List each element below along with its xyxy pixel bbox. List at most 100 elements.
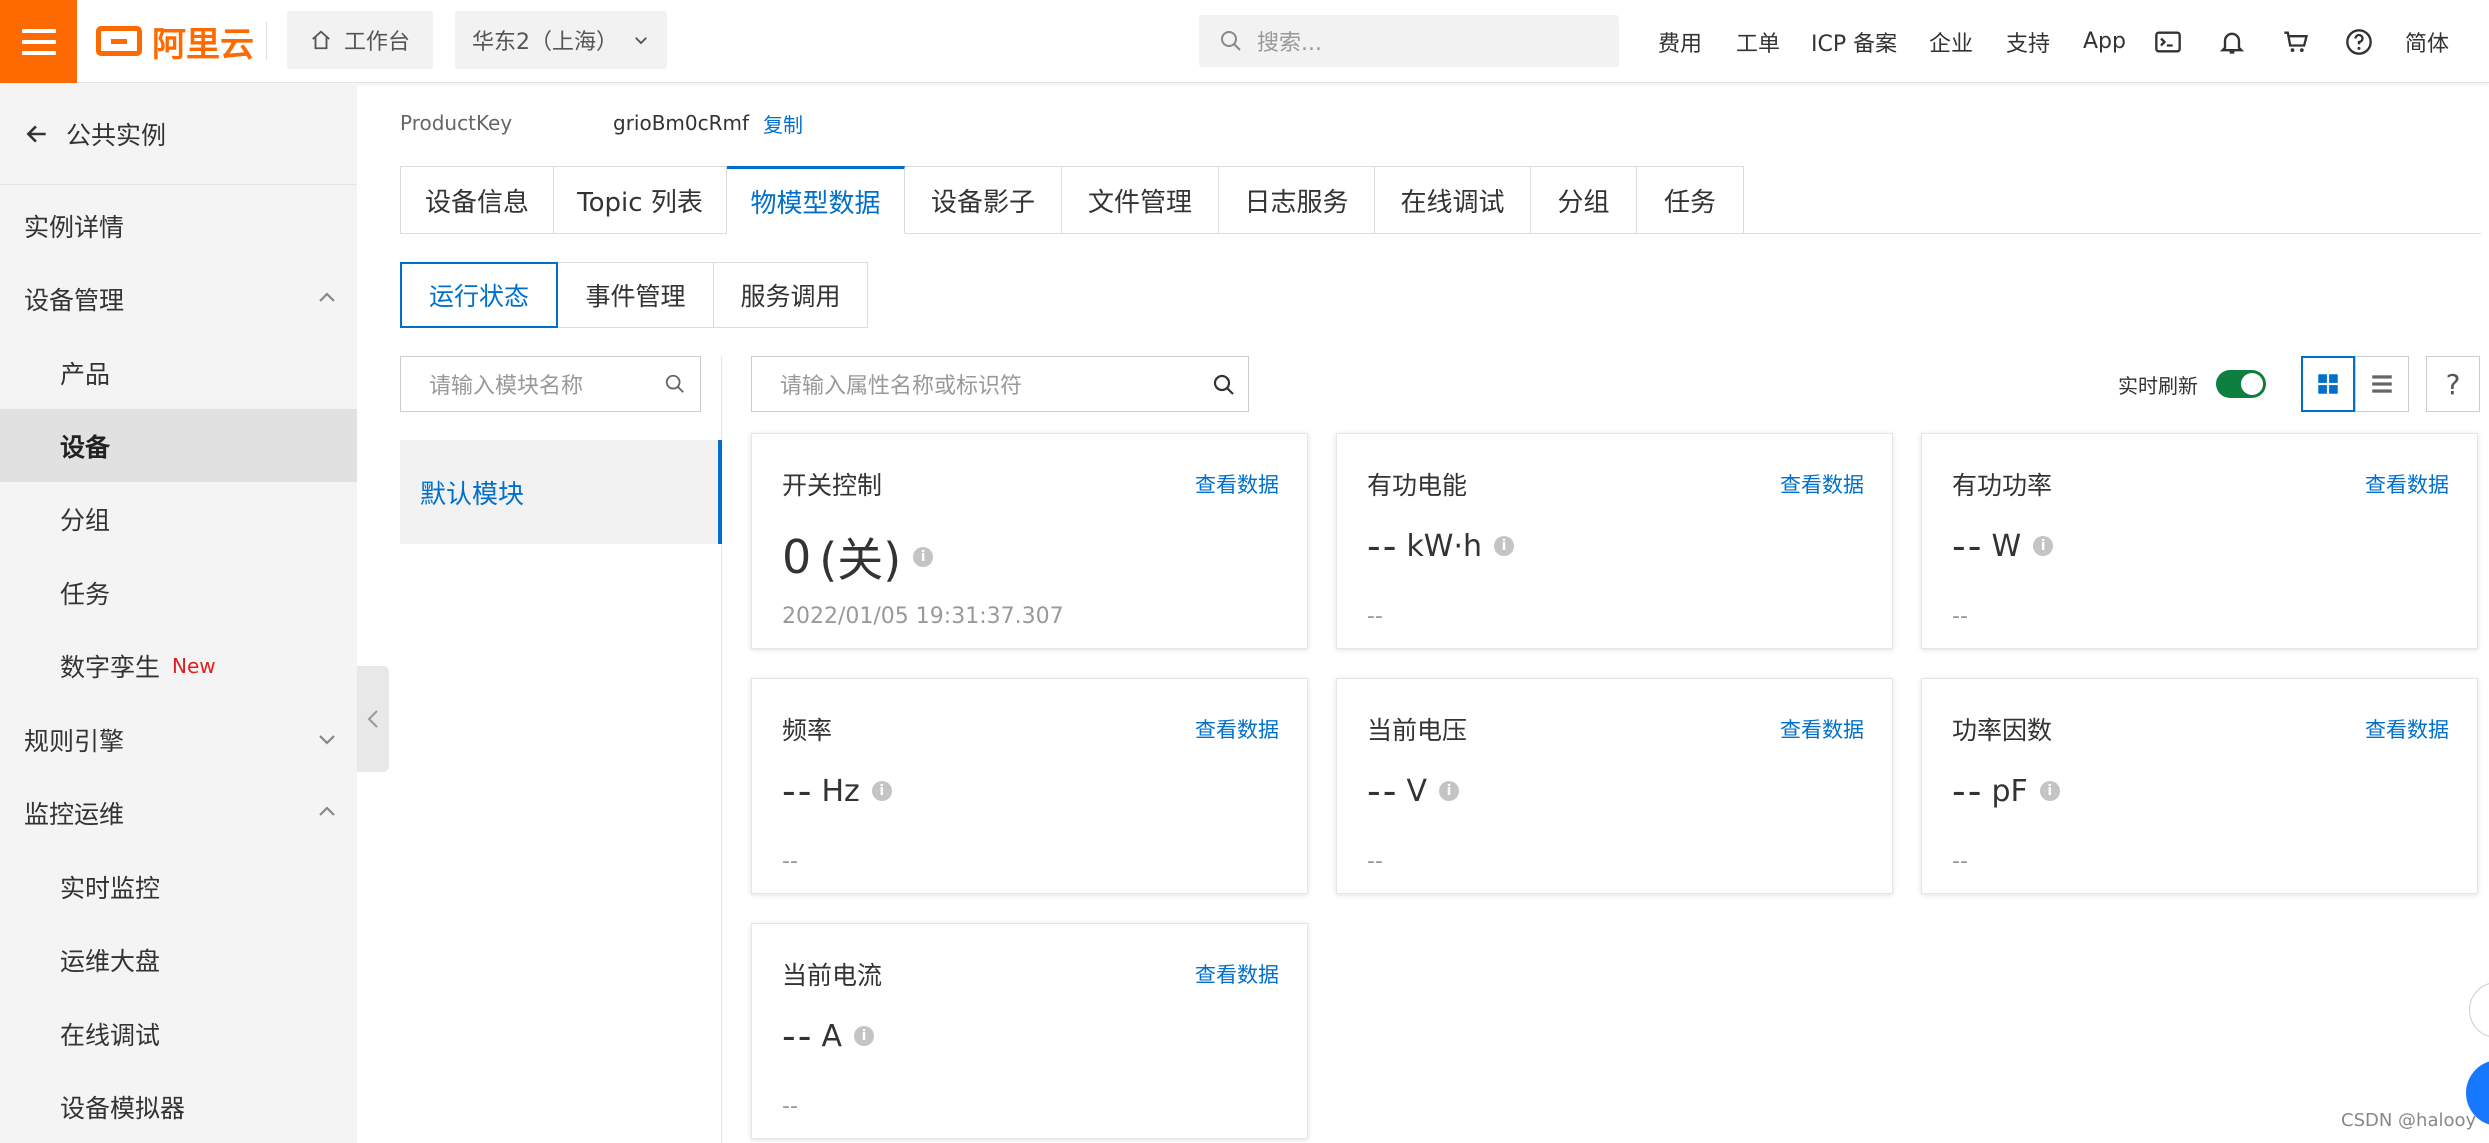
product-key-value: grioBm0cRmf xyxy=(613,111,750,135)
product-key-label: ProductKey xyxy=(400,111,513,135)
sidebar-item-device-simulator[interactable]: 设备模拟器 xyxy=(0,1070,357,1143)
nav-enterprise[interactable]: 企业 xyxy=(1929,0,1973,83)
sidebar-item-label: 数字孪生 xyxy=(60,652,161,682)
view-data-link[interactable]: 查看数据 xyxy=(1195,714,1279,744)
tab-service-invoke[interactable]: 服务调用 xyxy=(714,262,868,328)
tab-event-management[interactable]: 事件管理 xyxy=(558,262,714,328)
tab-topic-list[interactable]: Topic 列表 xyxy=(554,166,727,234)
sidebar-item-device[interactable]: 设备 xyxy=(0,409,357,482)
sidebar-collapse-button[interactable] xyxy=(357,666,389,772)
card-timestamp: -- xyxy=(1367,604,1383,629)
copy-link[interactable]: 复制 xyxy=(763,109,803,138)
sidebar-item-digital-twin[interactable]: 数字孪生 New xyxy=(0,629,357,702)
view-data-link[interactable]: 查看数据 xyxy=(2365,714,2449,744)
property-search-input[interactable]: 请输入属性名称或标识符 xyxy=(751,356,1249,412)
help-button[interactable]: ? xyxy=(2426,356,2480,412)
card-value: -- W i xyxy=(1952,524,2054,568)
nav-app[interactable]: App xyxy=(2083,0,2126,83)
grid-icon xyxy=(2318,374,2338,394)
tab-group[interactable]: 分组 xyxy=(1531,166,1637,234)
sidebar-item-label: 产品 xyxy=(60,359,111,389)
sidebar-item-monitoring[interactable]: 监控运维 xyxy=(0,776,357,849)
module-search-input[interactable]: 请输入模块名称 xyxy=(400,356,701,412)
search-icon xyxy=(1213,374,1234,395)
region-select[interactable]: 华东2（上海） xyxy=(455,11,667,69)
list-view-button[interactable] xyxy=(2355,356,2409,412)
card-timestamp: -- xyxy=(782,1094,798,1119)
info-icon[interactable]: i xyxy=(853,1026,874,1046)
view-data-link[interactable]: 查看数据 xyxy=(1195,959,1279,989)
sidebar-item-label: 规则引擎 xyxy=(24,726,125,756)
sidebar-item-device-management[interactable]: 设备管理 xyxy=(0,262,357,335)
sidebar-item-label: 任务 xyxy=(60,579,111,609)
back-to-instance[interactable]: 公共实例 xyxy=(0,84,357,185)
card-timestamp: -- xyxy=(1367,849,1383,874)
nav-icp[interactable]: ICP 备案 xyxy=(1811,0,1897,83)
nav-tickets[interactable]: 工单 xyxy=(1736,0,1780,83)
tab-device-info[interactable]: 设备信息 xyxy=(400,166,554,234)
chevron-up-icon xyxy=(319,292,335,302)
sidebar-item-label: 设备管理 xyxy=(24,285,125,315)
card-value: -- A i xyxy=(782,1014,874,1058)
property-card-active-energy: 有功电能 查看数据 -- kW·h i -- xyxy=(1336,433,1893,649)
terminal-icon[interactable] xyxy=(2150,24,2186,60)
help-circle-icon[interactable] xyxy=(2341,24,2377,60)
info-icon[interactable]: i xyxy=(913,547,934,567)
tab-thing-model-data[interactable]: 物模型数据 xyxy=(727,166,905,234)
realtime-refresh-toggle[interactable] xyxy=(2216,370,2266,398)
tab-device-shadow[interactable]: 设备影子 xyxy=(905,166,1062,234)
back-label: 公共实例 xyxy=(66,121,167,150)
value-unit: A xyxy=(821,1018,842,1054)
tab-log-service[interactable]: 日志服务 xyxy=(1219,166,1375,234)
sidebar-item-online-debug[interactable]: 在线调试 xyxy=(0,997,357,1070)
hamburger-menu-icon[interactable] xyxy=(0,0,77,83)
sidebar-item-realtime-monitor[interactable]: 实时监控 xyxy=(0,850,357,923)
chevron-left-icon xyxy=(367,710,378,728)
tab-task[interactable]: 任务 xyxy=(1637,166,1744,234)
chevron-down-icon xyxy=(319,735,335,745)
sidebar-item-group[interactable]: 分组 xyxy=(0,482,357,555)
sidebar-item-ops-dashboard[interactable]: 运维大盘 xyxy=(0,923,357,996)
module-item-default[interactable]: 默认模块 xyxy=(400,440,722,544)
cart-icon[interactable] xyxy=(2278,24,2314,60)
value-unit: W xyxy=(1991,528,2022,564)
card-timestamp: 2022/01/05 19:31:37.307 xyxy=(782,604,1064,629)
value-number: -- xyxy=(1367,769,1399,813)
tab-running-status[interactable]: 运行状态 xyxy=(400,262,558,328)
view-data-link[interactable]: 查看数据 xyxy=(1780,469,1864,499)
language-switch[interactable]: 简体 xyxy=(2405,0,2449,83)
tab-file-management[interactable]: 文件管理 xyxy=(1062,166,1219,234)
side-float-button[interactable] xyxy=(2469,982,2489,1038)
card-timestamp: -- xyxy=(1952,849,1968,874)
tab-online-debug[interactable]: 在线调试 xyxy=(1375,166,1531,234)
info-icon[interactable]: i xyxy=(871,781,892,801)
sidebar-item-product[interactable]: 产品 xyxy=(0,336,357,409)
view-data-link[interactable]: 查看数据 xyxy=(2365,469,2449,499)
sidebar-item-rule-engine[interactable]: 规则引擎 xyxy=(0,703,357,776)
info-icon[interactable]: i xyxy=(2033,536,2054,556)
card-value: -- Hz i xyxy=(782,769,892,813)
top-bar: 阿里云 工作台 华东2（上海） 搜索... 费用 工单 ICP 备案 企业 支持… xyxy=(0,0,2489,83)
view-data-link[interactable]: 查看数据 xyxy=(1195,469,1279,499)
card-timestamp: -- xyxy=(1952,604,1968,629)
bell-icon[interactable] xyxy=(2214,24,2250,60)
nav-support[interactable]: 支持 xyxy=(2006,0,2050,83)
property-card-frequency: 频率 查看数据 -- Hz i -- xyxy=(751,678,1308,894)
workbench-button[interactable]: 工作台 xyxy=(287,11,433,69)
logo-text: 阿里云 xyxy=(152,24,254,65)
sidebar-item-label: 实例详情 xyxy=(24,212,125,242)
info-icon[interactable]: i xyxy=(1494,536,1515,556)
grid-view-button[interactable] xyxy=(2301,356,2355,412)
view-data-link[interactable]: 查看数据 xyxy=(1780,714,1864,744)
info-icon[interactable]: i xyxy=(2039,781,2060,801)
search-icon xyxy=(665,374,684,393)
aliyun-logo[interactable]: 阿里云 xyxy=(96,18,254,65)
info-icon[interactable]: i xyxy=(1438,781,1459,801)
nav-billing[interactable]: 费用 xyxy=(1658,0,1702,83)
sidebar-item-instance-detail[interactable]: 实例详情 xyxy=(0,189,357,262)
value-unit: kW·h xyxy=(1406,528,1483,564)
arrow-left-icon xyxy=(26,125,46,143)
sidebar-item-task[interactable]: 任务 xyxy=(0,556,357,629)
chevron-down-icon xyxy=(635,37,647,45)
global-search-input[interactable]: 搜索... xyxy=(1199,15,1619,67)
